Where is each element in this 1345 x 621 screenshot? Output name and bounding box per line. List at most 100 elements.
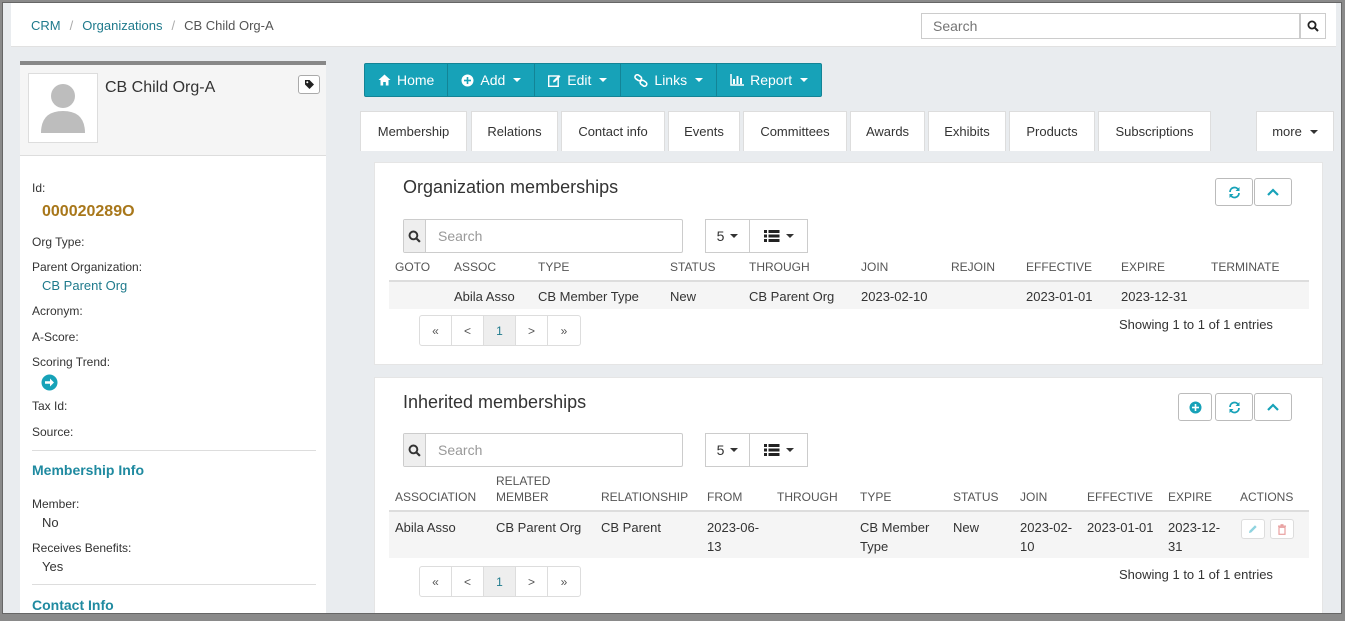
cell-join: 2023-02-10 (861, 289, 928, 304)
caret-down-icon (785, 448, 794, 452)
page-size-select[interactable]: 5 (705, 219, 750, 253)
breadcrumb-organizations[interactable]: Organizations (82, 18, 162, 33)
entries-info: Showing 1 to 1 of 1 entries (1119, 567, 1273, 582)
delete-row-button[interactable] (1270, 519, 1294, 539)
col-header-expire[interactable]: EXPIRE (1168, 489, 1212, 505)
cell-status: New (953, 520, 980, 535)
global-search-input[interactable] (921, 13, 1300, 39)
inherited-memberships-title: Inherited memberships (403, 392, 587, 412)
home-button[interactable]: Home (365, 64, 449, 96)
refresh-icon (1228, 401, 1240, 413)
col-header-join[interactable]: JOIN (861, 259, 888, 275)
links-dropdown[interactable]: Links (621, 64, 718, 96)
col-header-status[interactable]: STATUS (670, 259, 716, 275)
col-header-type[interactable]: TYPE (538, 259, 569, 275)
tab-awards[interactable]: Awards (850, 111, 925, 151)
page-size-value: 5 (716, 228, 725, 244)
col-header-through[interactable]: THROUGH (749, 259, 810, 275)
refresh-button[interactable] (1215, 393, 1253, 421)
refresh-button[interactable] (1215, 178, 1253, 206)
tab-contact-info[interactable]: Contact info (561, 111, 665, 151)
next-page-button[interactable]: > (516, 316, 548, 345)
col-header-related-member[interactable]: RELATED MEMBER (496, 473, 556, 505)
membership-info-title[interactable]: Membership Info (32, 462, 144, 478)
plus-circle-icon (1189, 401, 1201, 413)
col-header-effective[interactable]: EFFECTIVE (1026, 259, 1092, 275)
col-header-join[interactable]: JOIN (1020, 489, 1047, 505)
global-search-button[interactable] (1300, 13, 1326, 39)
profile-panel: CB Child Org-A Id: 000020289O Org Type: … (20, 61, 326, 613)
next-page-button[interactable]: > (516, 567, 548, 596)
caret-down-icon (800, 78, 809, 82)
parent-org-link[interactable]: CB Parent Org (42, 278, 127, 293)
caret-down-icon (730, 448, 739, 452)
tab-more-dropdown[interactable]: more (1256, 111, 1334, 151)
breadcrumb-current: CB Child Org-A (184, 18, 274, 33)
col-header-status[interactable]: STATUS (953, 489, 999, 505)
user-placeholder-icon (41, 84, 85, 133)
prev-page-button[interactable]: < (452, 316, 484, 345)
collapse-button[interactable] (1254, 393, 1292, 421)
edit-label: Edit (567, 72, 592, 88)
search-placeholder: Search (438, 442, 483, 458)
search-placeholder: Search (438, 228, 483, 244)
tab-membership[interactable]: Membership (360, 111, 467, 151)
collapse-button[interactable] (1254, 178, 1292, 206)
tab-events[interactable]: Events (668, 111, 740, 151)
tab-committees[interactable]: Committees (743, 111, 847, 151)
add-label: Add (480, 72, 506, 88)
report-dropdown[interactable]: Report (717, 64, 821, 96)
caret-down-icon (513, 78, 522, 82)
edit-row-button[interactable] (1241, 519, 1265, 539)
chevron-up-icon (1267, 403, 1279, 411)
inherited-memberships-search[interactable]: Search (403, 433, 683, 467)
caret-down-icon (1309, 129, 1318, 134)
page-size-select[interactable]: 5 (705, 433, 750, 467)
chevron-up-icon (1267, 188, 1279, 196)
more-label: more (1272, 124, 1302, 139)
col-header-assoc[interactable]: ASSOC (454, 259, 496, 275)
col-header-rejoin[interactable]: REJOIN (951, 259, 995, 275)
add-button[interactable] (1178, 393, 1212, 421)
tab-products[interactable]: Products (1009, 111, 1095, 151)
col-header-goto[interactable]: GOTO (395, 259, 430, 275)
search-icon (1307, 20, 1319, 32)
inherited-memberships-panel: Inherited memberships Search 5 ASSOCIATI… (374, 377, 1323, 613)
tab-subscriptions[interactable]: Subscriptions (1098, 111, 1211, 151)
col-header-from[interactable]: FROM (707, 489, 742, 505)
first-page-button[interactable]: « (420, 567, 452, 596)
col-header-relationship[interactable]: RELATIONSHIP (601, 489, 688, 505)
refresh-icon (1228, 186, 1240, 198)
tag-button[interactable] (298, 75, 320, 94)
col-header-type[interactable]: TYPE (860, 489, 891, 505)
org-memberships-panel: Organization memberships Search 5 GOTO A… (374, 162, 1323, 365)
cell-through: CB Parent Org (749, 289, 835, 304)
entries-info: Showing 1 to 1 of 1 entries (1119, 317, 1273, 332)
columns-toggle[interactable] (749, 219, 808, 253)
first-page-button[interactable]: « (420, 316, 452, 345)
tab-relations[interactable]: Relations (471, 111, 558, 151)
page-1-button[interactable]: 1 (484, 316, 516, 345)
col-header-association[interactable]: ASSOCIATION (395, 489, 476, 505)
prev-page-button[interactable]: < (452, 567, 484, 596)
cell-expire: 2023-12-31 (1121, 289, 1188, 304)
plus-circle-icon (461, 74, 474, 86)
last-page-button[interactable]: » (548, 316, 580, 345)
add-dropdown[interactable]: Add (448, 64, 536, 96)
edit-dropdown[interactable]: Edit (535, 64, 622, 96)
contact-info-title[interactable]: Contact Info (32, 597, 114, 613)
page-1-button[interactable]: 1 (484, 567, 516, 596)
tax-id-label: Tax Id: (32, 399, 68, 413)
search-icon (404, 220, 426, 252)
last-page-button[interactable]: » (548, 567, 580, 596)
org-memberships-search[interactable]: Search (403, 219, 683, 253)
col-header-effective[interactable]: EFFECTIVE (1087, 489, 1153, 505)
tab-exhibits[interactable]: Exhibits (928, 111, 1006, 151)
breadcrumb-crm[interactable]: CRM (31, 18, 61, 33)
columns-toggle[interactable] (749, 433, 808, 467)
home-label: Home (397, 72, 435, 88)
col-header-through[interactable]: THROUGH (777, 489, 838, 505)
col-header-expire[interactable]: EXPIRE (1121, 259, 1165, 275)
action-toolbar: Home Add Edit Links Report (364, 63, 823, 97)
col-header-terminate[interactable]: TERMINATE (1211, 259, 1279, 275)
